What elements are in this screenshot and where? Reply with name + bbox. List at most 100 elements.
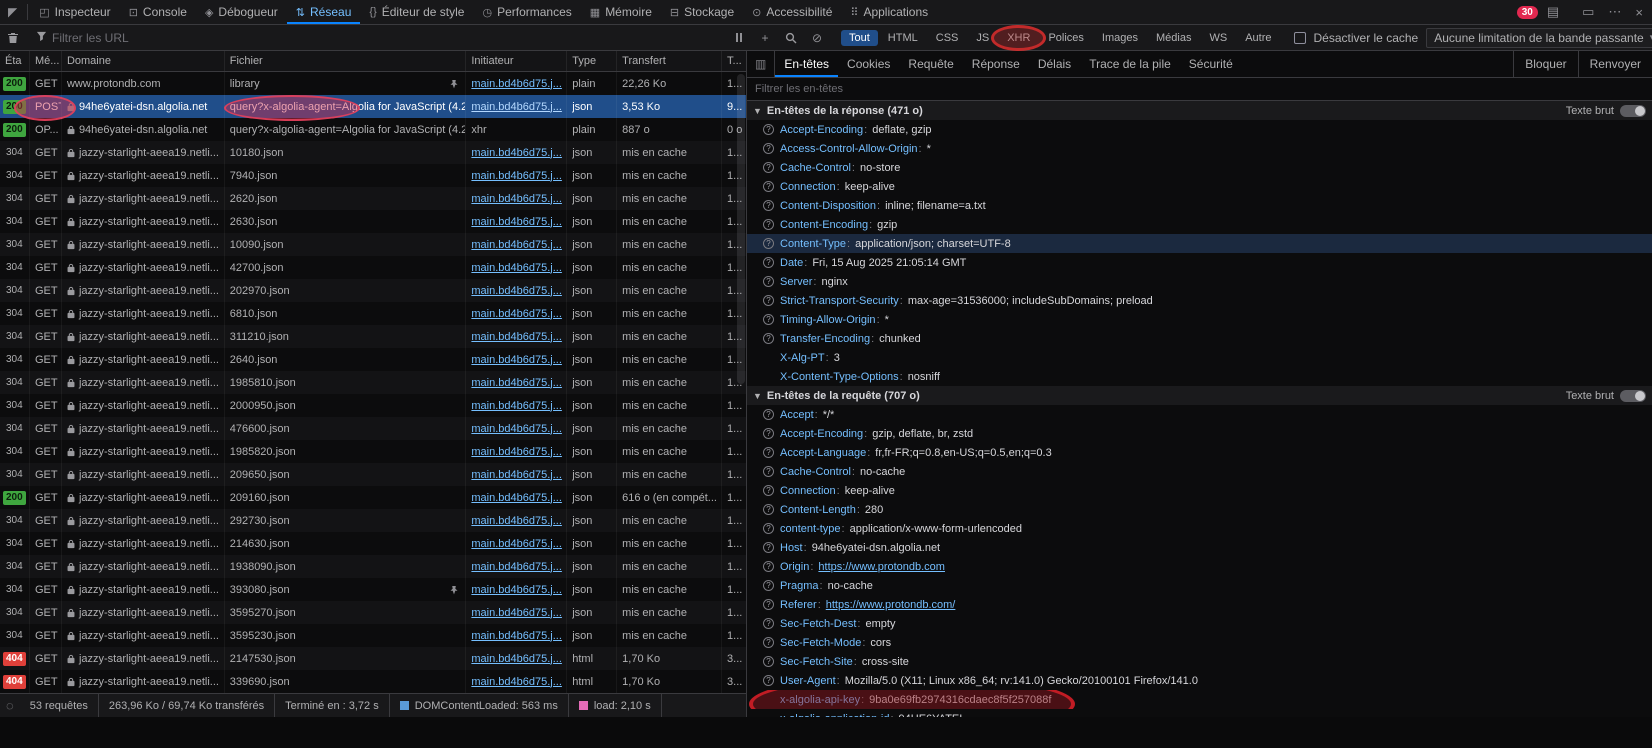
new-request-icon[interactable]: +	[752, 25, 778, 50]
header-row[interactable]: ? Accept-Encoding: gzip, deflate, br, zs…	[747, 424, 1652, 443]
help-icon[interactable]: ?	[763, 238, 774, 249]
request-row[interactable]: 304 GET jazzy-starlight-aeea19.netli... …	[0, 233, 746, 256]
split-console-icon[interactable]: ▤	[1542, 4, 1564, 20]
help-icon[interactable]: ?	[763, 409, 774, 420]
header-row[interactable]: ? Transfer-Encoding: chunked	[747, 329, 1652, 348]
initiator-link[interactable]: main.bd4b6d75.j...	[471, 630, 562, 642]
header-row[interactable]: ? Accept-Language: fr,fr-FR;q=0.8,en-US;…	[747, 443, 1652, 462]
header-row[interactable]: ? Sec-Fetch-Site: cross-site	[747, 652, 1652, 671]
response-headers-section-header[interactable]: ▼ En-têtes de la réponse (471 o) Texte b…	[747, 101, 1652, 120]
url-filter-input[interactable]	[52, 31, 726, 45]
initiator-link[interactable]: main.bd4b6d75.j...	[471, 469, 562, 481]
help-icon[interactable]: ?	[763, 143, 774, 154]
header-row[interactable]: ? Content-Encoding: gzip	[747, 215, 1652, 234]
column-header[interactable]: T...	[722, 51, 746, 71]
detail-tab[interactable]: En-têtes	[775, 51, 838, 77]
devtools-tab[interactable]: ⠿ Applications	[841, 0, 937, 24]
devtools-tab[interactable]: ▦ Mémoire	[581, 0, 661, 24]
request-row[interactable]: 200 POST 94he6yatei-dsn.algolia.net quer…	[0, 95, 746, 118]
header-row[interactable]: ? Content-Disposition: inline; filename=…	[747, 196, 1652, 215]
header-row[interactable]: ? Cache-Control: no-store	[747, 158, 1652, 177]
help-icon[interactable]: ?	[763, 181, 774, 192]
initiator-link[interactable]: main.bd4b6d75.j...	[471, 561, 562, 573]
header-row[interactable]: ? Accept: */*	[747, 405, 1652, 424]
scrollbar-thumb[interactable]	[737, 74, 745, 384]
help-icon[interactable]: ?	[763, 276, 774, 287]
clear-requests-icon[interactable]	[0, 25, 26, 50]
help-icon[interactable]: ?	[763, 466, 774, 477]
request-row[interactable]: 304 GET jazzy-starlight-aeea19.netli... …	[0, 601, 746, 624]
request-row[interactable]: 304 GET jazzy-starlight-aeea19.netli... …	[0, 187, 746, 210]
devtools-tab[interactable]: ⊟ Stockage	[661, 0, 743, 24]
type-filter-chip[interactable]: HTML	[880, 30, 926, 46]
help-icon[interactable]: ?	[763, 675, 774, 686]
devtools-tab[interactable]: ⊙ Accessibilité	[743, 0, 841, 24]
initiator-link[interactable]: main.bd4b6d75.j...	[471, 584, 562, 596]
request-row[interactable]: 304 GET jazzy-starlight-aeea19.netli... …	[0, 325, 746, 348]
throbber-icon[interactable]: ◌	[0, 698, 20, 713]
initiator-link[interactable]: main.bd4b6d75.j...	[471, 331, 562, 343]
header-row[interactable]: ? Date: Fri, 15 Aug 2025 21:05:14 GMT	[747, 253, 1652, 272]
header-row[interactable]: ? X-Content-Type-Options: nosniff	[747, 367, 1652, 386]
initiator-link[interactable]: main.bd4b6d75.j...	[471, 377, 562, 389]
header-row[interactable]: ? Connection: keep-alive	[747, 177, 1652, 196]
request-row[interactable]: 200 OP... 94he6yatei-dsn.algolia.net que…	[0, 118, 746, 141]
initiator-link[interactable]: main.bd4b6d75.j...	[471, 607, 562, 619]
column-header[interactable]: Fichier	[225, 51, 467, 71]
initiator-link[interactable]: main.bd4b6d75.j...	[471, 492, 562, 504]
request-headers-section-header[interactable]: ▼ En-têtes de la requête (707 o) Texte b…	[747, 386, 1652, 405]
request-row[interactable]: 304 GET jazzy-starlight-aeea19.netli... …	[0, 141, 746, 164]
devtools-tab[interactable]: ◈ Débogueur	[196, 0, 287, 24]
request-row[interactable]: 304 GET jazzy-starlight-aeea19.netli... …	[0, 348, 746, 371]
column-header[interactable]: Éta	[0, 51, 30, 71]
request-row[interactable]: 304 GET jazzy-starlight-aeea19.netli... …	[0, 624, 746, 647]
header-row[interactable]: ? Content-Length: 280	[747, 500, 1652, 519]
column-header[interactable]: Mé...	[30, 51, 62, 71]
header-row[interactable]: ? x-algolia-api-key: 9ba0e69fb2974316cda…	[747, 690, 1652, 709]
header-row[interactable]: ? Sec-Fetch-Dest: empty	[747, 614, 1652, 633]
help-icon[interactable]: ?	[763, 542, 774, 553]
initiator-link[interactable]: main.bd4b6d75.j...	[471, 170, 562, 182]
header-row[interactable]: ? content-type: application/x-www-form-u…	[747, 519, 1652, 538]
resend-button[interactable]: Renvoyer	[1578, 51, 1652, 77]
initiator-link[interactable]: main.bd4b6d75.j...	[471, 354, 562, 366]
initiator-link[interactable]: main.bd4b6d75.j...	[471, 101, 562, 113]
devtools-tab[interactable]: ◷ Performances	[473, 0, 580, 24]
detail-tab[interactable]: Trace de la pile	[1080, 51, 1180, 77]
initiator-link[interactable]: main.bd4b6d75.j...	[471, 676, 562, 688]
type-filter-chip[interactable]: Images	[1094, 30, 1146, 46]
devtools-tab[interactable]: {} Éditeur de style	[360, 0, 473, 24]
initiator-link[interactable]: main.bd4b6d75.j...	[471, 147, 562, 159]
type-filter-chip[interactable]: Autre	[1237, 30, 1279, 46]
header-row[interactable]: ? x-algolia-application-id: 94HE6YATEI	[747, 709, 1652, 717]
request-row[interactable]: 304 GET jazzy-starlight-aeea19.netli... …	[0, 302, 746, 325]
responsive-mode-icon[interactable]: ▭	[1577, 4, 1599, 20]
help-icon[interactable]: ?	[763, 599, 774, 610]
help-icon[interactable]: ?	[763, 485, 774, 496]
request-row[interactable]: 404 GET jazzy-starlight-aeea19.netli... …	[0, 647, 746, 670]
initiator-link[interactable]: main.bd4b6d75.j...	[471, 262, 562, 274]
type-filter-chip[interactable]: WS	[1201, 30, 1235, 46]
request-row[interactable]: 304 GET jazzy-starlight-aeea19.netli... …	[0, 417, 746, 440]
detail-tab[interactable]: Réponse	[963, 51, 1029, 77]
type-filter-chip[interactable]: JS	[968, 30, 997, 46]
request-row[interactable]: 304 GET jazzy-starlight-aeea19.netli... …	[0, 509, 746, 532]
help-icon[interactable]: ?	[763, 637, 774, 648]
column-header[interactable]: Domaine	[62, 51, 225, 71]
help-icon[interactable]: ?	[763, 618, 774, 629]
help-icon[interactable]: ?	[763, 580, 774, 591]
request-row[interactable]: 304 GET jazzy-starlight-aeea19.netli... …	[0, 578, 746, 601]
help-icon[interactable]: ?	[763, 257, 774, 268]
request-row[interactable]: 304 GET jazzy-starlight-aeea19.netli... …	[0, 371, 746, 394]
request-row[interactable]: 304 GET jazzy-starlight-aeea19.netli... …	[0, 440, 746, 463]
request-row[interactable]: 304 GET jazzy-starlight-aeea19.netli... …	[0, 210, 746, 233]
search-icon[interactable]	[778, 25, 804, 50]
help-icon[interactable]: ?	[763, 200, 774, 211]
request-row[interactable]: 200 GET www.protondb.com library	[0, 72, 746, 95]
type-filter-chip[interactable]: Polices	[1040, 30, 1091, 46]
help-icon[interactable]: ?	[763, 219, 774, 230]
detail-tab[interactable]: Sécurité	[1180, 51, 1242, 77]
detail-tab[interactable]: Délais	[1029, 51, 1080, 77]
header-row[interactable]: ? Pragma: no-cache	[747, 576, 1652, 595]
initiator-link[interactable]: main.bd4b6d75.j...	[471, 653, 562, 665]
